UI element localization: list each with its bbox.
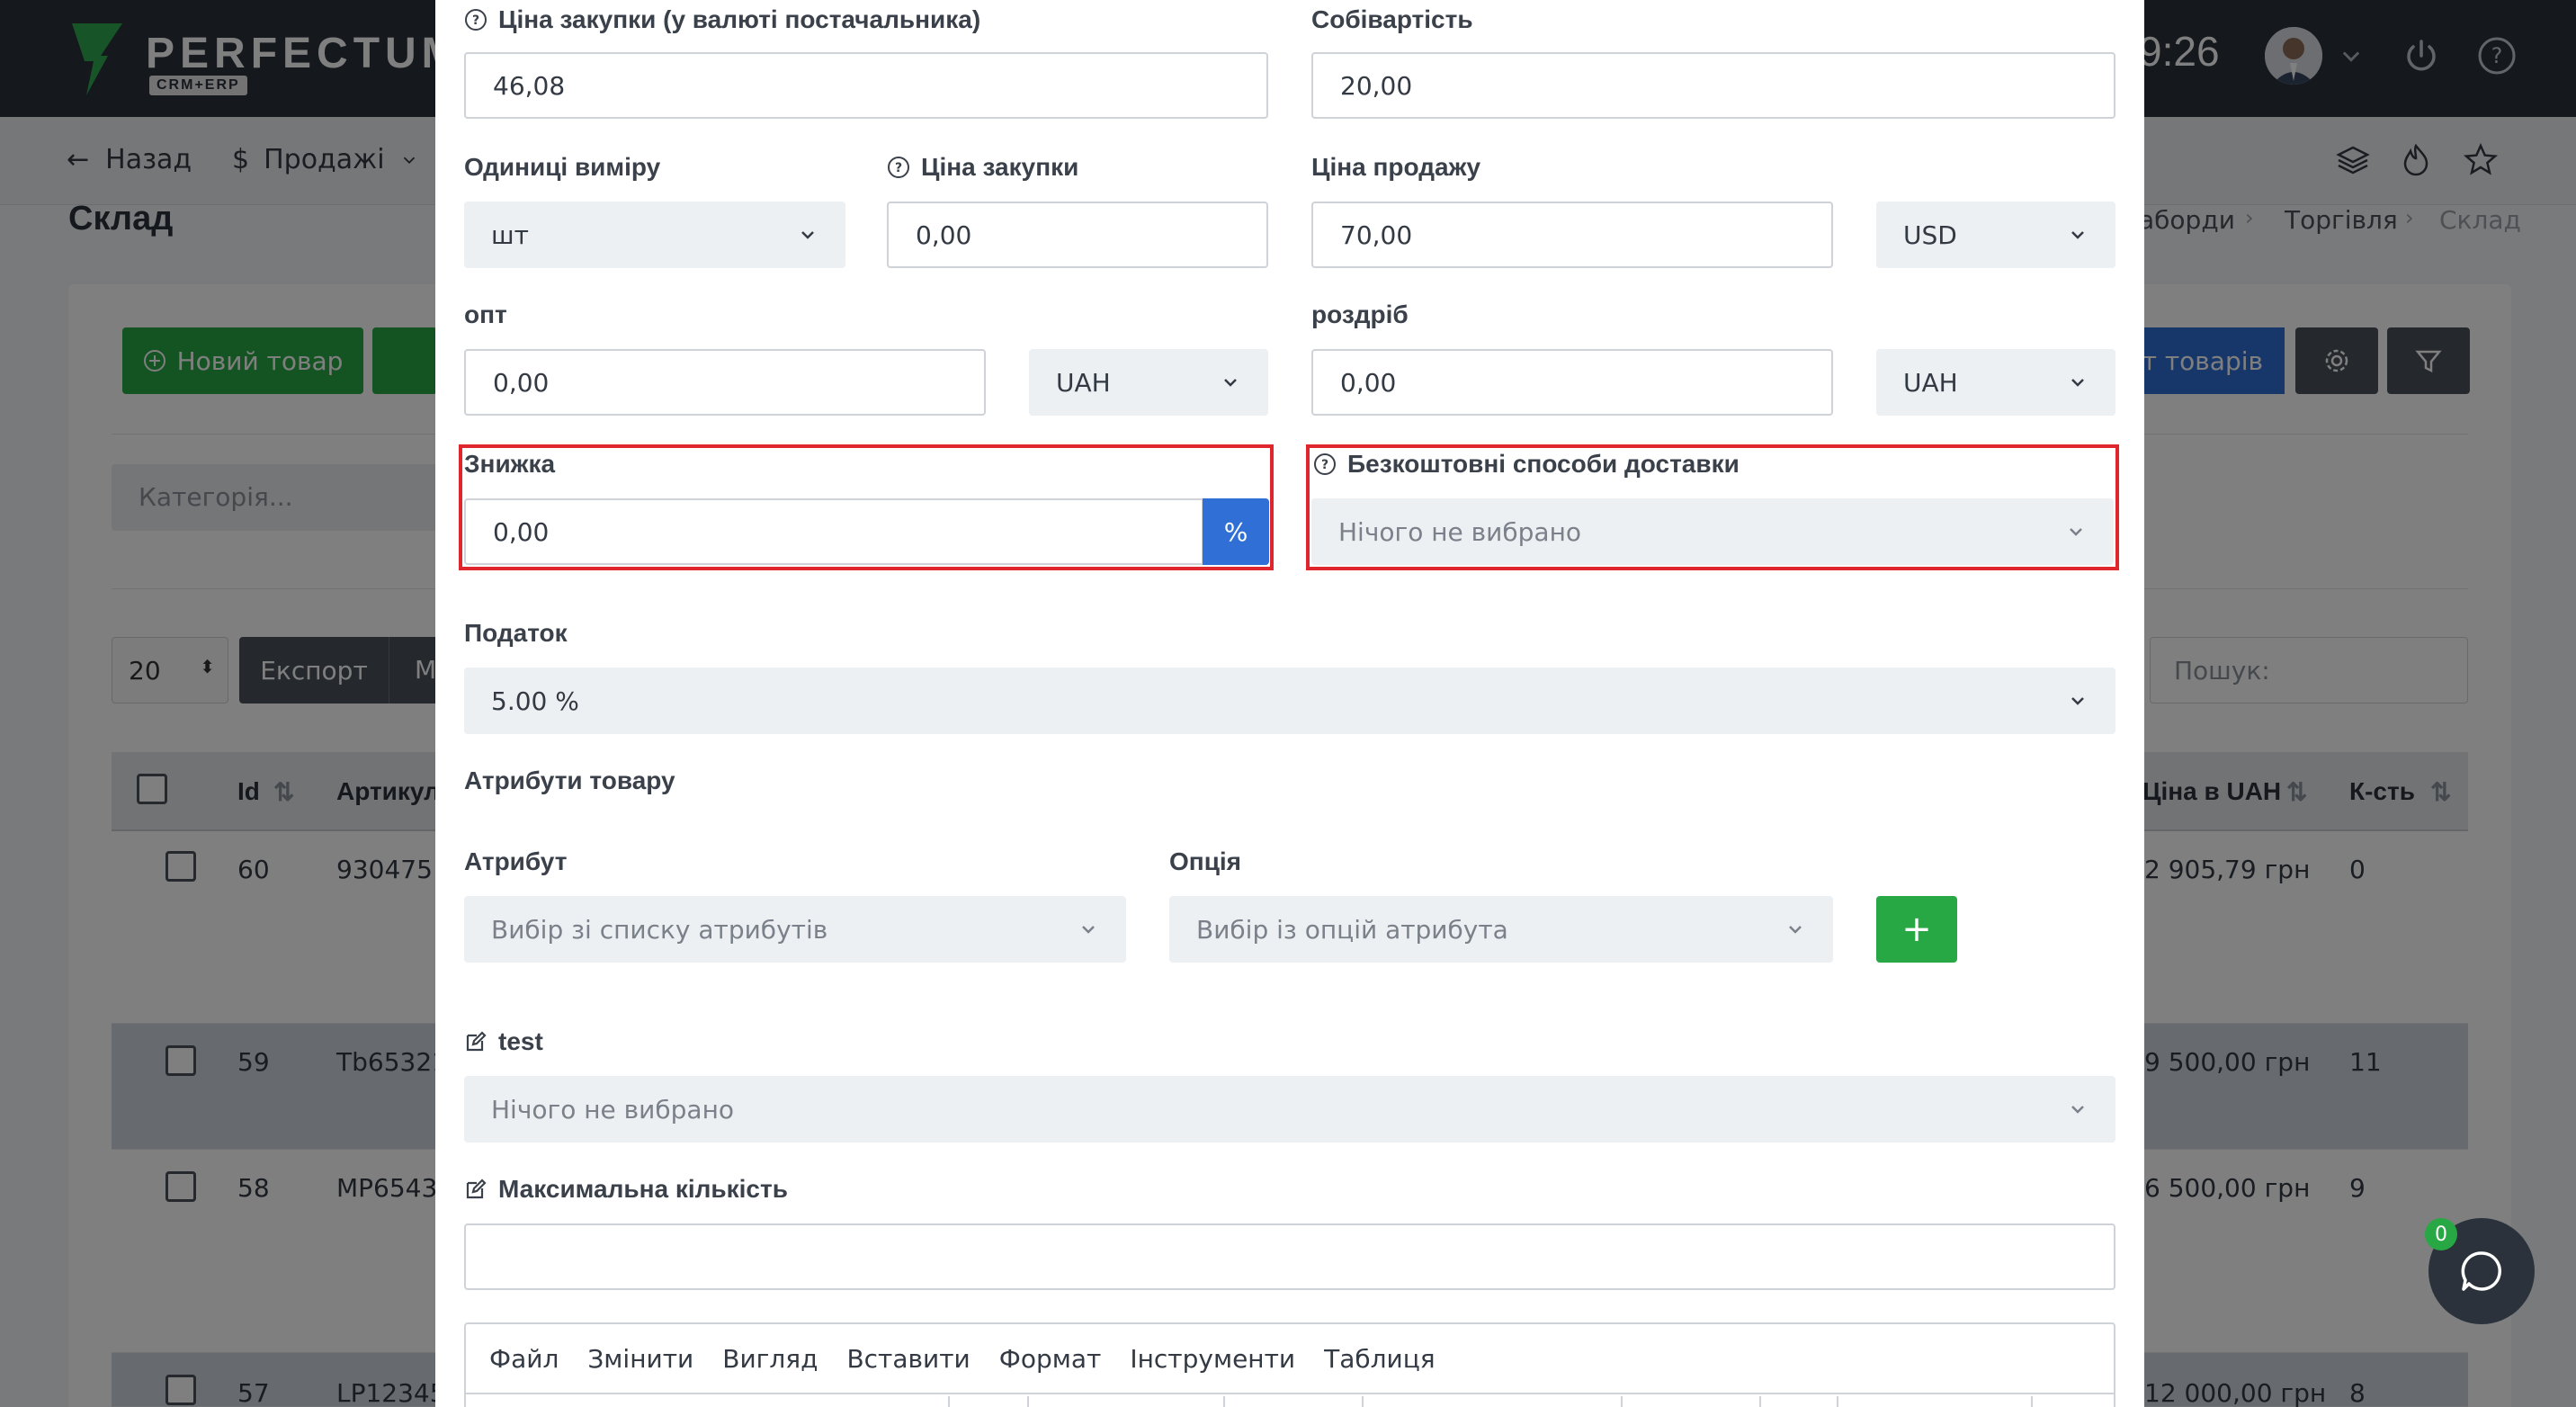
retail-currency-value: UAH: [1903, 367, 1958, 398]
max-qty-label: Максимальна кількість: [464, 1175, 788, 1204]
chat-bubble-icon: [2461, 1251, 2502, 1291]
toolbar-separator: [1223, 1396, 1225, 1407]
discount-input[interactable]: 0,00: [464, 498, 1203, 565]
editor-menu-view[interactable]: Вигляд: [722, 1344, 818, 1374]
question-circle-icon[interactable]: ?: [1313, 453, 1337, 476]
sale-price-input[interactable]: 70,00: [1311, 202, 1833, 268]
option-select[interactable]: Вибір із опцій атрибута: [1169, 896, 1833, 963]
edit-icon[interactable]: [464, 1030, 487, 1053]
wholesale-currency-value: UAH: [1056, 367, 1111, 398]
test-select[interactable]: Нічого не вибрано: [464, 1076, 2115, 1143]
toolbar-separator: [2031, 1396, 2033, 1407]
units-value: шт: [491, 220, 529, 250]
free-delivery-value: Нічого не вибрано: [1338, 516, 1582, 547]
attribute-placeholder: Вибір зі списку атрибутів: [491, 914, 828, 945]
discount-label: Знижка: [464, 450, 556, 478]
max-qty-input[interactable]: [464, 1223, 2115, 1290]
retail-label: роздріб: [1311, 300, 1409, 328]
option-label: Опція: [1169, 847, 1242, 875]
cost-label: Собівартість: [1311, 5, 1473, 33]
chat-unread-badge: 0: [2425, 1218, 2457, 1250]
attribute-select[interactable]: Вибір зі списку атрибутів: [464, 896, 1126, 963]
free-delivery-label: ? Безкоштовні способи доставки: [1313, 450, 1740, 479]
chevron-down-icon: [2071, 379, 2084, 387]
chevron-down-icon: [2071, 697, 2084, 705]
question-circle-icon[interactable]: ?: [464, 8, 487, 31]
toolbar-separator: [948, 1396, 950, 1407]
wholesale-currency-select[interactable]: UAH: [1029, 349, 1268, 416]
svg-text:?: ?: [472, 13, 479, 28]
editor-menubar: Файл Змінити Вигляд Вставити Формат Інст…: [466, 1324, 2114, 1394]
attributes-title: Атрибути товару: [464, 766, 675, 794]
chevron-down-icon: [2071, 231, 2084, 239]
discount-unit-button[interactable]: %: [1203, 498, 1269, 565]
max-qty-label-text: Максимальна кількість: [498, 1175, 788, 1203]
svg-text:?: ?: [895, 161, 902, 175]
add-attribute-button[interactable]: +: [1876, 896, 1957, 963]
chevron-down-icon: [1082, 926, 1095, 934]
purchase-price-supplier-label-text: Ціна закупки (у валюті постачальника): [498, 5, 981, 33]
purchase-price-supplier-input[interactable]: 46,08: [464, 52, 1268, 119]
toolbar-separator: [1362, 1396, 1364, 1407]
retail-input[interactable]: 0,00: [1311, 349, 1833, 416]
cost-input[interactable]: 20,00: [1311, 52, 2115, 119]
sale-price-label: Ціна продажу: [1311, 153, 1481, 181]
purchase-price-label: ? Ціна закупки: [887, 153, 1078, 182]
editor-menu-table[interactable]: Таблиця: [1324, 1344, 1436, 1374]
tax-label: Податок: [464, 619, 568, 647]
option-placeholder: Вибір із опцій атрибута: [1196, 914, 1508, 945]
purchase-price-label-text: Ціна закупки: [921, 153, 1079, 181]
chevron-down-icon: [2071, 1106, 2084, 1114]
free-delivery-label-text: Безкоштовні способи доставки: [1347, 450, 1740, 478]
sale-currency-select[interactable]: USD: [1876, 202, 2115, 268]
free-delivery-select[interactable]: Нічого не вибрано: [1311, 498, 2114, 565]
edit-icon[interactable]: [464, 1178, 487, 1201]
rich-text-editor[interactable]: Файл Змінити Вигляд Вставити Формат Інст…: [464, 1322, 2115, 1407]
test-label: test: [464, 1027, 543, 1056]
toolbar-separator: [1837, 1396, 1838, 1407]
wholesale-input[interactable]: 0,00: [464, 349, 986, 416]
chevron-down-icon: [2070, 528, 2082, 536]
editor-menu-file[interactable]: Файл: [489, 1344, 559, 1374]
editor-menu-edit[interactable]: Змінити: [587, 1344, 693, 1374]
chevron-down-icon: [1789, 926, 1802, 934]
editor-menu-format[interactable]: Формат: [999, 1344, 1102, 1374]
editor-menu-tools[interactable]: Інструменти: [1130, 1344, 1295, 1374]
toolbar-separator: [1621, 1396, 1623, 1407]
toolbar-separator: [1759, 1396, 1761, 1407]
chevron-down-icon: [1224, 379, 1237, 387]
purchase-price-supplier-label: ? Ціна закупки (у валюті постачальника): [464, 5, 980, 34]
wholesale-label: опт: [464, 300, 507, 328]
chevron-down-icon: [801, 231, 814, 239]
attribute-label: Атрибут: [464, 847, 568, 875]
units-label: Одиниці виміру: [464, 153, 661, 181]
tax-value: 5.00 %: [491, 686, 579, 716]
tax-select[interactable]: 5.00 %: [464, 668, 2115, 734]
test-label-text: test: [498, 1027, 543, 1055]
retail-currency-select[interactable]: UAH: [1876, 349, 2115, 416]
toolbar-separator: [1027, 1396, 1029, 1407]
purchase-price-input[interactable]: 0,00: [887, 202, 1268, 268]
svg-text:?: ?: [1321, 458, 1328, 472]
sale-currency-value: USD: [1903, 220, 1957, 250]
test-value: Нічого не вибрано: [491, 1094, 735, 1125]
units-select[interactable]: шт: [464, 202, 845, 268]
question-circle-icon[interactable]: ?: [887, 156, 910, 179]
editor-menu-insert[interactable]: Вставити: [846, 1344, 970, 1374]
